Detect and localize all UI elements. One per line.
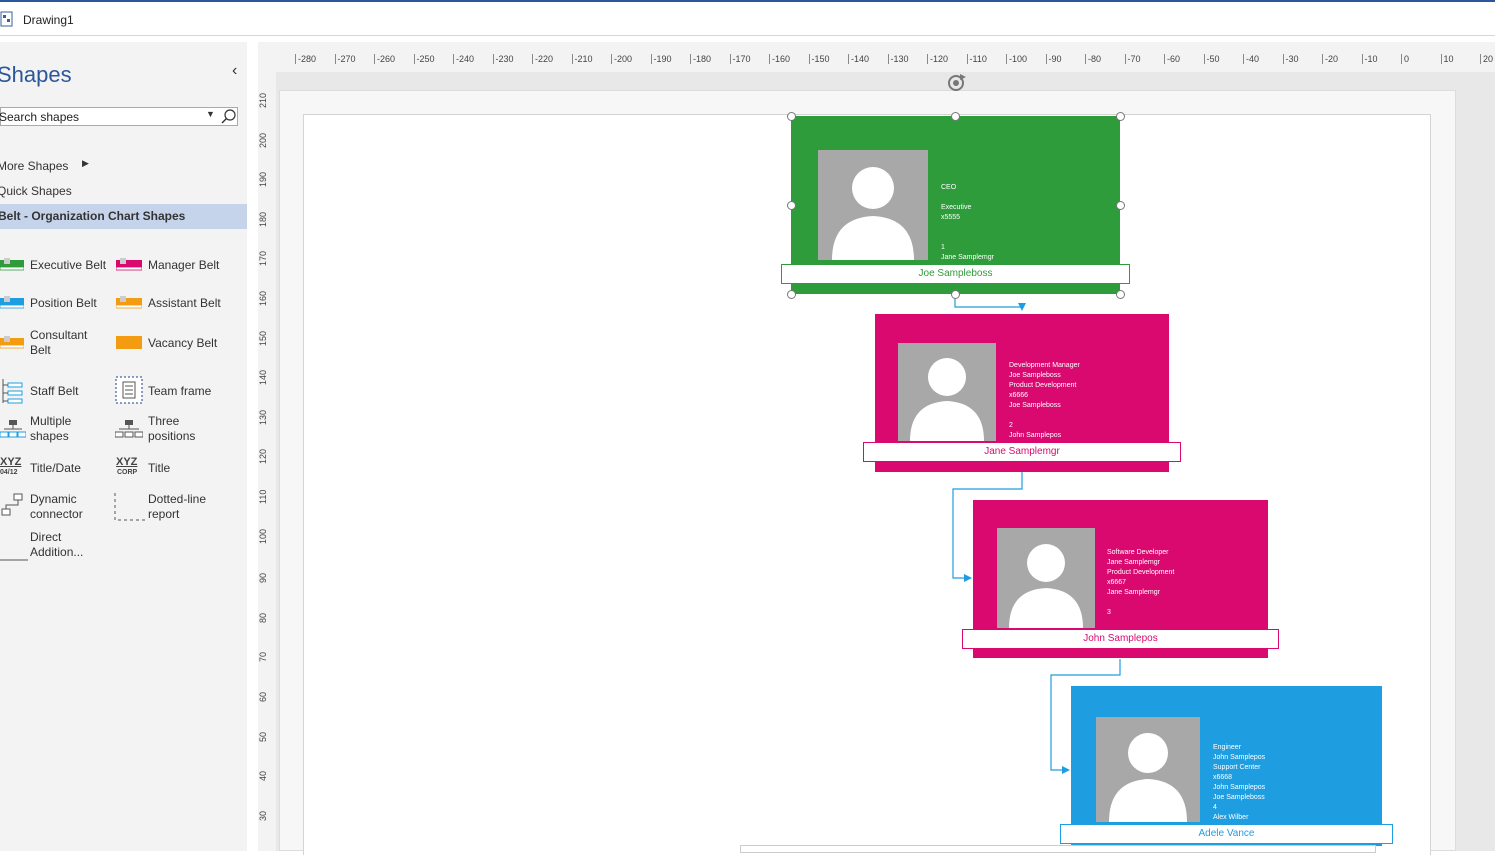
card-info-line [1009, 411, 1080, 421]
avatar [997, 528, 1095, 628]
card-info-line: John Samplepos [1213, 784, 1266, 791]
card-info-line: Joe Sampleboss [1213, 794, 1265, 801]
card-info-line: x6668 [1213, 774, 1233, 781]
name-bar[interactable]: Jane Samplemgr [863, 442, 1181, 462]
person-silhouette-icon [1009, 544, 1083, 628]
card-info-line: Support Center [1213, 764, 1261, 771]
name-bar[interactable]: Adele Vance [1060, 824, 1393, 844]
card-info-line: CEO [941, 184, 957, 191]
card-info-line: John Samplepos [1009, 432, 1062, 439]
avatar [1096, 717, 1200, 822]
card-info-line: x6666 [1009, 392, 1029, 399]
card-info-line: Engineer [1213, 744, 1242, 751]
connector-arrow [1062, 766, 1070, 774]
connector-arrow [964, 574, 972, 582]
person-silhouette-icon [1109, 733, 1187, 822]
avatar [898, 343, 996, 441]
selection-handle[interactable] [951, 290, 960, 299]
connector-line[interactable] [954, 294, 1022, 308]
card-info-line [1107, 598, 1174, 608]
card-info-line: Product Development [1107, 569, 1175, 576]
card-name: Jane Samplemgr [984, 446, 1060, 457]
selection-handle[interactable] [787, 201, 796, 210]
card-info-line: 2 [1009, 422, 1013, 429]
selection-handle[interactable] [1116, 290, 1125, 299]
card-info-line: 3 [1107, 609, 1111, 616]
org-card-position[interactable]: Engineer John Samplepos Support Center x666… [1071, 686, 1382, 846]
card-info-line: Jane Samplemgr [941, 254, 994, 261]
card-info-line: Product Development [1009, 382, 1077, 389]
selection-handle[interactable] [951, 112, 960, 121]
card-info-line: John Samplepos [1213, 754, 1266, 761]
card-name: Adele Vance [1198, 828, 1255, 839]
name-bar[interactable]: Joe Sampleboss [781, 264, 1130, 284]
card-info: Software Developer Jane Samplemgr Product … [1107, 548, 1174, 618]
selection-handle[interactable] [1116, 112, 1125, 121]
selection-handle[interactable] [787, 112, 796, 121]
card-info-line [941, 233, 994, 243]
card-info-line [941, 193, 994, 203]
card-info-line: x5555 [941, 214, 961, 221]
card-name: John Samplepos [1083, 633, 1158, 644]
person-silhouette-icon [910, 358, 984, 441]
card-info-line: Joe Sampleboss [1009, 402, 1061, 409]
card-info-line: Development Manager [1009, 362, 1080, 369]
card-info: CEO Executive x5555 1 Jane Samplemgr [941, 183, 994, 263]
selection-handle[interactable] [1116, 201, 1125, 210]
avatar [818, 150, 928, 260]
card-info-line [941, 223, 994, 233]
card-info-line: Jane Samplemgr [1107, 589, 1160, 596]
card-info-line: Software Developer [1107, 549, 1169, 556]
rotate-handle-icon[interactable] [945, 72, 967, 94]
card-info-line: Jane Samplemgr [1107, 559, 1160, 566]
card-info: Development Manager Joe Sampleboss Product… [1009, 361, 1080, 441]
card-info-line: 4 [1213, 804, 1217, 811]
card-info-line: 1 [941, 244, 945, 251]
horizontal-scrollbar[interactable] [740, 845, 1376, 853]
person-silhouette-icon [832, 167, 914, 260]
card-info-line: x6667 [1107, 579, 1127, 586]
card-info-line: Executive [941, 204, 972, 211]
card-info-line: Joe Sampleboss [1009, 372, 1061, 379]
card-info: Engineer John Samplepos Support Center x666… [1213, 743, 1265, 823]
selection-handle[interactable] [787, 290, 796, 299]
card-info-line: Alex Wilber [1213, 814, 1249, 821]
card-name: Joe Sampleboss [918, 268, 993, 279]
name-bar[interactable]: John Samplepos [962, 629, 1279, 649]
